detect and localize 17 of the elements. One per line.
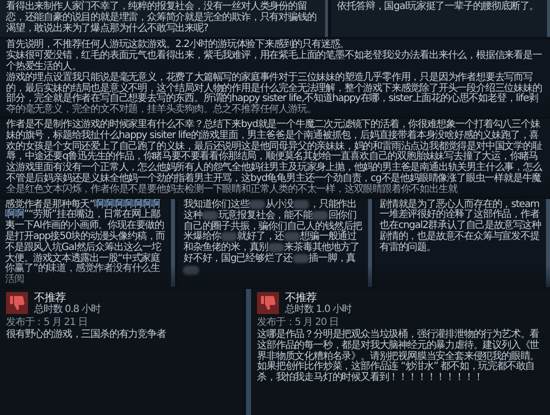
posted-date: 发布于：5 月 21 日 <box>6 316 88 328</box>
review-text: 首先说明，不推荐任何人游玩这款游戏。2.2小时的游玩体验下来感到的只有迷惑。 <box>6 40 350 50</box>
review-text: 看得出来制作人家门不幸了，纯粹的报复社会，没有一丝对人类身份的留恋，还能自豪的说目的就是埋雷，众筹简介就是完全的欺诈，只有对骗钱的渴望，敢说出来为了爆点那为什么不敢写出来呢? <box>6 2 318 34</box>
review-text: 这哪是作品？分明是把观众当垃圾桶，强行灌排泄物的行为艺术。看这部作品的每一秒，都是对我大脑神经元的暴力虐待。建议列入《世界非物质文化糟粕名录》。请别把视网膜当安全套来侵犯我的眼睛。如果把创作比作炒菜，这部作品连 “炒泔水” 都不如，玩完都不敢自杀，我怕我走马灯的时候又看到！！！！！！！！！！ <box>257 330 540 384</box>
review-text: 依托答辩，国gal玩家挺了一辈子的腰彻底断了。 <box>337 2 540 13</box>
review-text: 实妹很可爱没错，红毛的表面元气也看得出来，紫毛我难评，用在紫毛上面的笔墨不如老登我没办法看出来什么，根据信来看是一个热爱生活的人。 <box>6 51 543 72</box>
posted-date: 发布于：5 月 20 日 <box>257 316 340 328</box>
playtime-text: 总时数 0.8 小时 <box>34 304 100 315</box>
review-text: 作者是不是制作这游戏的时候家里有什么不幸？总结下来byd就是一个牛魔二次元滤镜下的活着，你很难想象一个打着勾八三个妹妹的旗号，标题给我扯什么happy sisiter life的游戏里面，男主爸爸是个南通被抓包，后妈直接带着本身没啥好感的义妹跑了，喜欢的女孩是个女同还爱上了自己跑了的义妹，最后还说明这是他同母异父的亲妹妹，妈的和雷雨沾点边我都觉得是对中国文学的耻辱，中途还要q鲁迅先生的作品，你睹马要不要看看你那结局，顺便莫名其妙给一直喜欢自己的双胞胎妹妹写去撞了大运，你睹马这游戏里面有没有一个正常人，怎么他妈所有人的怨气全他妈往男主及玩家身上抛，他妈的男主爸是南通出轨关男主什么事，怎么不管是后妈亲妈还是义妹全他妈一个劲的指着男主开骂，这byd龟龟男主还一个劲自责，cg不是他妈眼睛像涨了眼虫一样就是牛魔全是红色文本闪烁，作者你是不是要他妈去检测一下眼睛和正常人类的不太一样，这双眼睛跟着你不如出生就 <box>6 120 544 196</box>
review-verdict: 不推荐 <box>285 292 318 304</box>
review-text: 剧情就是为了恶心人而存在的，steam一堆差评很好的诠释了这部作品，作者也在cngal2群承认了自己是故意写这种剧情的，也是故意不在众筹与宣发不提有雷的问题。 <box>380 200 541 254</box>
review-text: 我知道你们这些 从小没 ，只能作出这种 玩意报复社会，能不能 回你们自己的圈子共振，骗你们自己人的钱然后把米爆给你 就好了，还 想骗一般通过和杂鱼佬的米，真别 来茶毒其他地方了好不好，国g已经够烂了还 插一脚，真 <box>183 200 363 277</box>
playtime-text: 总时数 1.0 小时 <box>285 304 352 315</box>
review-verdict: 不推荐 <box>34 292 66 304</box>
review-text: 感觉作者是那种每天“啊啊啊啊啊啊啊啊啊”“劳斯”挂在嘴边，日常在网上鄙夷一下AI作画的小画师。你现在要做的是打开app接50块的动漫头像约稿，而不是跟风入坑Gal然后众筹出这么一坨大便。游戏文本透露出一股“中式家庭你赢了”的味道，感觉作者没有什么生活阅 <box>5 200 166 286</box>
review-text: 游戏的埋点设置我只能说是毫无意义，花费了大篇幅写的家庭事件对于三位妹妹的塑造几乎零作用，只是因为作者想要去写而写的，最后实妹的结局也是意义不明，这个结局对人物的作用是什么完全无法理解，整个游戏下来感觉除了开头一段介绍三位妹妹的部分，完全就是作者在写自己想要去写的东西。所谓的happy sister life,不知道happy在哪，sister上面花的心思不如老登，life剥夺的毫无意义，完全的文不对题，挂羊头卖狗肉。总之不推荐任何人游玩。 <box>6 72 543 116</box>
review-text: 很有野心的游戏，三国杀的有力竞争者 <box>6 330 167 341</box>
